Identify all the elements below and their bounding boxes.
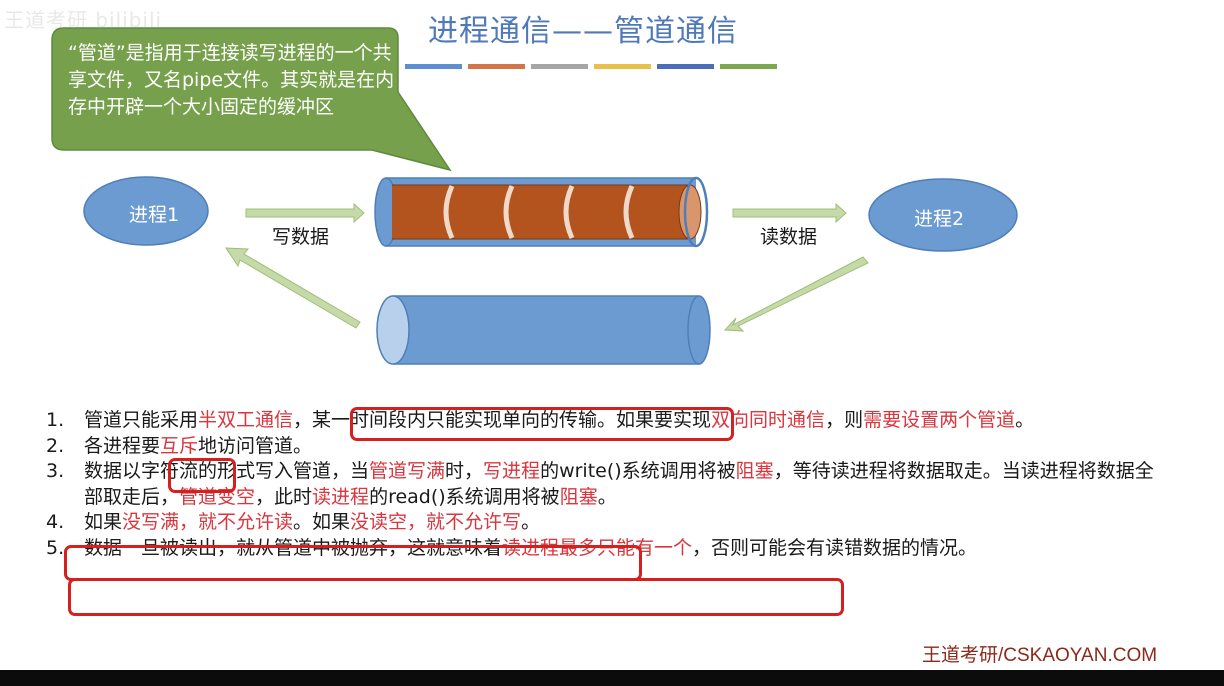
point-text: 的write()系统调用将被 bbox=[540, 460, 736, 482]
emphasis-text: 阻塞 bbox=[559, 485, 598, 508]
point-item: 4. 如果没写满，就不允许读。如果没读空，就不允许写。 bbox=[46, 510, 1156, 536]
process1-label: 进程1 bbox=[129, 204, 180, 226]
return-arrow-left bbox=[225, 247, 361, 329]
point-number: 5. bbox=[46, 536, 65, 559]
highlight-box-1 bbox=[350, 407, 734, 441]
point-text: 。如果 bbox=[293, 511, 351, 533]
highlight-box-4 bbox=[64, 545, 642, 581]
write-arrow bbox=[245, 202, 365, 224]
emphasis-text: 需要设置两个管道 bbox=[863, 409, 1016, 431]
point-number: 3. bbox=[46, 460, 65, 482]
point-text: 管道只能采用 bbox=[84, 409, 199, 431]
emphasis-text: 互斥 bbox=[160, 434, 199, 457]
point-text: ，此时 bbox=[255, 485, 313, 508]
read-arrow bbox=[732, 202, 847, 224]
point-text: 。 bbox=[1015, 409, 1035, 431]
process2-label: 进程2 bbox=[914, 208, 965, 230]
pipe-empty bbox=[376, 295, 711, 365]
read-data-label: 读数据 bbox=[760, 226, 818, 248]
highlight-box-5 bbox=[68, 578, 844, 616]
point-text: ，否则可能会有读错数据的情况。 bbox=[692, 536, 978, 559]
emphasis-text: 没写满，就不允许读 bbox=[122, 511, 294, 533]
video-bottom-band bbox=[0, 670, 1224, 686]
point-number: 4. bbox=[46, 511, 65, 533]
emphasis-text: 读进程 bbox=[312, 485, 370, 508]
callout-text: “管道”是指用于连接读写进程的一个共享文件，又名pipe文件。其实就是在内存中开… bbox=[68, 42, 395, 118]
emphasis-text: 没读空，就不允许写 bbox=[350, 511, 522, 533]
point-text: 地访问管道。 bbox=[198, 434, 313, 457]
point-text: 。 bbox=[521, 511, 541, 533]
emphasis-text: 阻塞 bbox=[735, 460, 774, 482]
point-number: 1. bbox=[46, 409, 65, 431]
point-text: ，则 bbox=[825, 409, 864, 431]
emphasis-text: 管道写满 bbox=[369, 460, 446, 482]
pipe-full bbox=[374, 176, 709, 248]
return-arrow-right bbox=[723, 256, 869, 332]
footer-brand: 王道考研/CSKAOYAN.COM bbox=[922, 645, 1158, 666]
point-text: 。 bbox=[597, 485, 617, 508]
point-text: 时， bbox=[445, 460, 484, 482]
emphasis-text: 写进程 bbox=[483, 460, 541, 482]
point-text: 如果 bbox=[84, 511, 123, 533]
write-data-label: 写数据 bbox=[272, 226, 330, 248]
point-text: 的read()系统调用将被 bbox=[369, 485, 560, 508]
point-text: 各进程要 bbox=[84, 434, 161, 457]
emphasis-text: 半双工通信 bbox=[198, 409, 294, 431]
point-number: 2. bbox=[46, 434, 65, 457]
highlight-box-2 bbox=[168, 458, 236, 493]
